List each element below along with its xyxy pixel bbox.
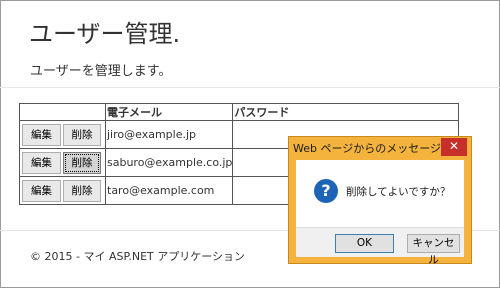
email-cell: saburo@example.co.jp bbox=[104, 148, 234, 177]
delete-button[interactable]: 削除 bbox=[63, 151, 101, 174]
confirm-dialog: Web ページからのメッセージ ✕ ? 削除してよいですか？ OK キャンセル bbox=[288, 136, 472, 266]
dialog-body: ? 削除してよいですか？ OK キャンセル bbox=[296, 160, 464, 266]
column-header-email: 電子メール bbox=[104, 103, 234, 121]
dialog-button-bar: OK キャンセル bbox=[296, 227, 464, 266]
row-actions: 編集 削除 bbox=[19, 148, 106, 177]
delete-button[interactable]: 削除 bbox=[63, 179, 101, 202]
row-actions: 編集 削除 bbox=[19, 120, 106, 149]
header-divider bbox=[0, 87, 500, 88]
cancel-button[interactable]: キャンセル bbox=[407, 234, 460, 266]
edit-button[interactable]: 編集 bbox=[22, 179, 61, 202]
close-icon[interactable]: ✕ bbox=[441, 138, 467, 156]
delete-button[interactable]: 削除 bbox=[63, 123, 101, 146]
page-subtitle: ユーザーを管理します。 bbox=[30, 64, 172, 79]
page-title: ユーザー管理. bbox=[29, 20, 181, 48]
table-header-row: 電子メール パスワード bbox=[19, 103, 460, 121]
edit-button[interactable]: 編集 bbox=[22, 151, 61, 174]
edit-button[interactable]: 編集 bbox=[22, 123, 61, 146]
email-cell: jiro@example.jp bbox=[104, 120, 234, 149]
column-header-password: パスワード bbox=[232, 103, 460, 121]
footer-text: © 2015 - マイ ASP.NET アプリケーション bbox=[30, 250, 246, 263]
ok-button[interactable]: OK bbox=[335, 234, 394, 253]
row-actions: 編集 削除 bbox=[19, 176, 106, 205]
question-icon: ? bbox=[314, 179, 338, 203]
dialog-message: 削除してよいですか？ bbox=[346, 186, 451, 198]
email-cell: taro@example.com bbox=[104, 176, 234, 205]
column-header-actions bbox=[19, 103, 106, 121]
